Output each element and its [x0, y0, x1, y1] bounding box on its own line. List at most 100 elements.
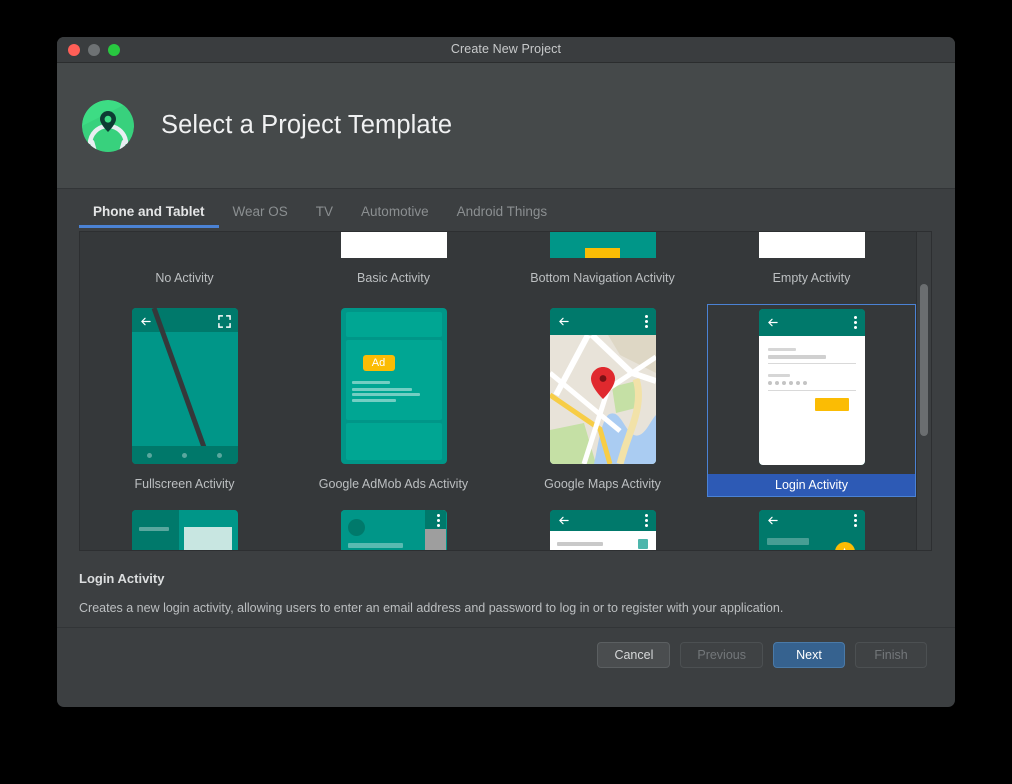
tab-automotive[interactable]: Automotive	[347, 199, 443, 228]
thumbnail-fullscreen-activity	[132, 308, 238, 464]
thumbnail-appbar	[759, 309, 865, 336]
back-arrow-icon	[558, 515, 569, 526]
template-label: Empty Activity	[773, 271, 851, 285]
window-titlebar: Create New Project	[57, 37, 955, 63]
template-cell-login-activity[interactable]: Login Activity	[707, 298, 916, 504]
overflow-menu-icon	[854, 316, 857, 329]
template-label: Google AdMob Ads Activity	[319, 477, 468, 491]
cell-frame-selected: Login Activity	[707, 304, 916, 497]
category-tabs: Phone and Tablet Wear OS TV Automotive A…	[79, 199, 561, 233]
template-cell-row3-2[interactable]	[289, 504, 498, 551]
description-text: Creates a new login activity, allowing u…	[79, 601, 933, 615]
window-controls	[68, 44, 120, 56]
template-cell-row3-1[interactable]	[80, 504, 289, 551]
thumbnail-wrap	[341, 510, 447, 551]
thumbnail-wrap	[132, 304, 238, 464]
overflow-menu-icon	[437, 514, 440, 527]
thumbnail-wrap	[341, 231, 447, 258]
page-title: Select a Project Template	[161, 111, 452, 140]
thumbnail-bottom-dots	[132, 446, 238, 464]
template-cell-bottom-navigation-activity[interactable]: Bottom Navigation Activity	[498, 231, 707, 298]
back-arrow-icon	[558, 316, 569, 327]
description-title: Login Activity	[79, 571, 933, 586]
thumbnail-master-detail-flow	[132, 510, 238, 551]
template-label: Bottom Navigation Activity	[530, 271, 675, 285]
admob-top-card	[346, 312, 442, 337]
admob-bottom-card	[346, 423, 442, 460]
template-grid-panel[interactable]: No Activity Basic Activity	[79, 231, 932, 551]
template-row-3	[80, 504, 918, 551]
thumbnail-wrap	[759, 305, 865, 465]
dialog-body: Phone and Tablet Wear OS TV Automotive A…	[57, 189, 955, 627]
screenshot-root: Create New Project	[0, 0, 1012, 784]
thumbnail-wrap	[550, 510, 656, 551]
thumbnail-wrap: Ad	[341, 304, 447, 464]
email-field-underline	[768, 363, 856, 364]
thumbnail-google-maps-activity	[550, 308, 656, 464]
password-field-label	[768, 374, 790, 377]
email-field-label	[768, 348, 796, 351]
close-button[interactable]	[68, 44, 80, 56]
template-description: Login Activity Creates a new login activ…	[57, 555, 955, 627]
template-label: Fullscreen Activity	[134, 477, 234, 491]
thumbnail-wrap	[759, 231, 865, 258]
android-studio-logo-icon	[82, 100, 134, 152]
thumbnail-appbar	[550, 510, 656, 531]
thumbnail-appbar	[550, 308, 656, 335]
template-row-1: No Activity Basic Activity	[80, 231, 918, 298]
cell-frame: Fullscreen Activity	[80, 304, 289, 504]
template-row-2: Fullscreen Activity Ad	[80, 298, 918, 504]
cell-frame: Google Maps Activity	[498, 304, 707, 504]
thumbnail-appbar	[759, 510, 865, 531]
tab-tv[interactable]: TV	[302, 199, 347, 228]
thumbnail-navigation-drawer-activity	[341, 510, 447, 551]
thumbnail-scrolling-activity	[759, 510, 865, 551]
thumbnail-bottom-navigation-activity	[550, 231, 656, 258]
map-illustration	[550, 335, 656, 464]
tab-phone-and-tablet[interactable]: Phone and Tablet	[79, 199, 219, 228]
template-cell-row3-3[interactable]	[498, 504, 707, 551]
zoom-button[interactable]	[108, 44, 120, 56]
thumbnail-wrap	[759, 510, 865, 551]
template-label: Google Maps Activity	[544, 477, 661, 491]
thumbnail-login-activity	[759, 309, 865, 465]
previous-button: Previous	[680, 642, 763, 668]
admob-main-card: Ad	[346, 340, 442, 420]
next-button[interactable]: Next	[773, 642, 845, 668]
template-cell-google-maps-activity[interactable]: Google Maps Activity	[498, 298, 707, 504]
email-field-value	[768, 355, 826, 359]
template-label: Basic Activity	[357, 271, 430, 285]
login-form-sheet	[759, 336, 865, 465]
scrollbar-thumb[interactable]	[920, 284, 928, 436]
template-cell-row3-4[interactable]	[707, 504, 916, 551]
back-arrow-icon	[767, 317, 778, 328]
template-cell-google-admob-ads-activity[interactable]: Ad Google AdMo	[289, 298, 498, 504]
create-new-project-window: Create New Project	[57, 37, 955, 707]
template-cell-empty-activity[interactable]: Empty Activity	[707, 231, 916, 298]
template-cell-no-activity[interactable]: No Activity	[80, 231, 289, 298]
thumbnail-settings-activity	[550, 510, 656, 551]
password-field-dots	[768, 381, 807, 385]
tab-android-things[interactable]: Android Things	[443, 199, 562, 228]
dialog-footer: Cancel Previous Next Finish	[57, 627, 955, 682]
sign-in-button-shape	[815, 398, 849, 411]
template-cell-basic-activity[interactable]: Basic Activity	[289, 231, 498, 298]
template-label-selected: Login Activity	[708, 474, 915, 496]
cell-frame: Ad Google AdMo	[289, 304, 498, 504]
minimize-button[interactable]	[88, 44, 100, 56]
thumbnail-wrap	[550, 304, 656, 464]
diagonal-line-decoration	[132, 308, 238, 464]
thumbnail-wrap	[550, 231, 656, 258]
password-field-underline	[768, 390, 856, 391]
overflow-menu-icon	[645, 514, 648, 527]
cancel-button[interactable]: Cancel	[597, 642, 670, 668]
template-label: No Activity	[155, 271, 213, 285]
thumbnail-wrap	[132, 510, 238, 551]
ad-badge: Ad	[363, 355, 395, 371]
template-grid-scrollbar[interactable]	[916, 232, 931, 550]
overflow-menu-icon	[645, 315, 648, 328]
template-cell-fullscreen-activity[interactable]: Fullscreen Activity	[80, 298, 289, 504]
back-arrow-icon	[767, 515, 778, 526]
tab-wear-os[interactable]: Wear OS	[219, 199, 302, 228]
dialog-header: Select a Project Template	[57, 63, 955, 189]
